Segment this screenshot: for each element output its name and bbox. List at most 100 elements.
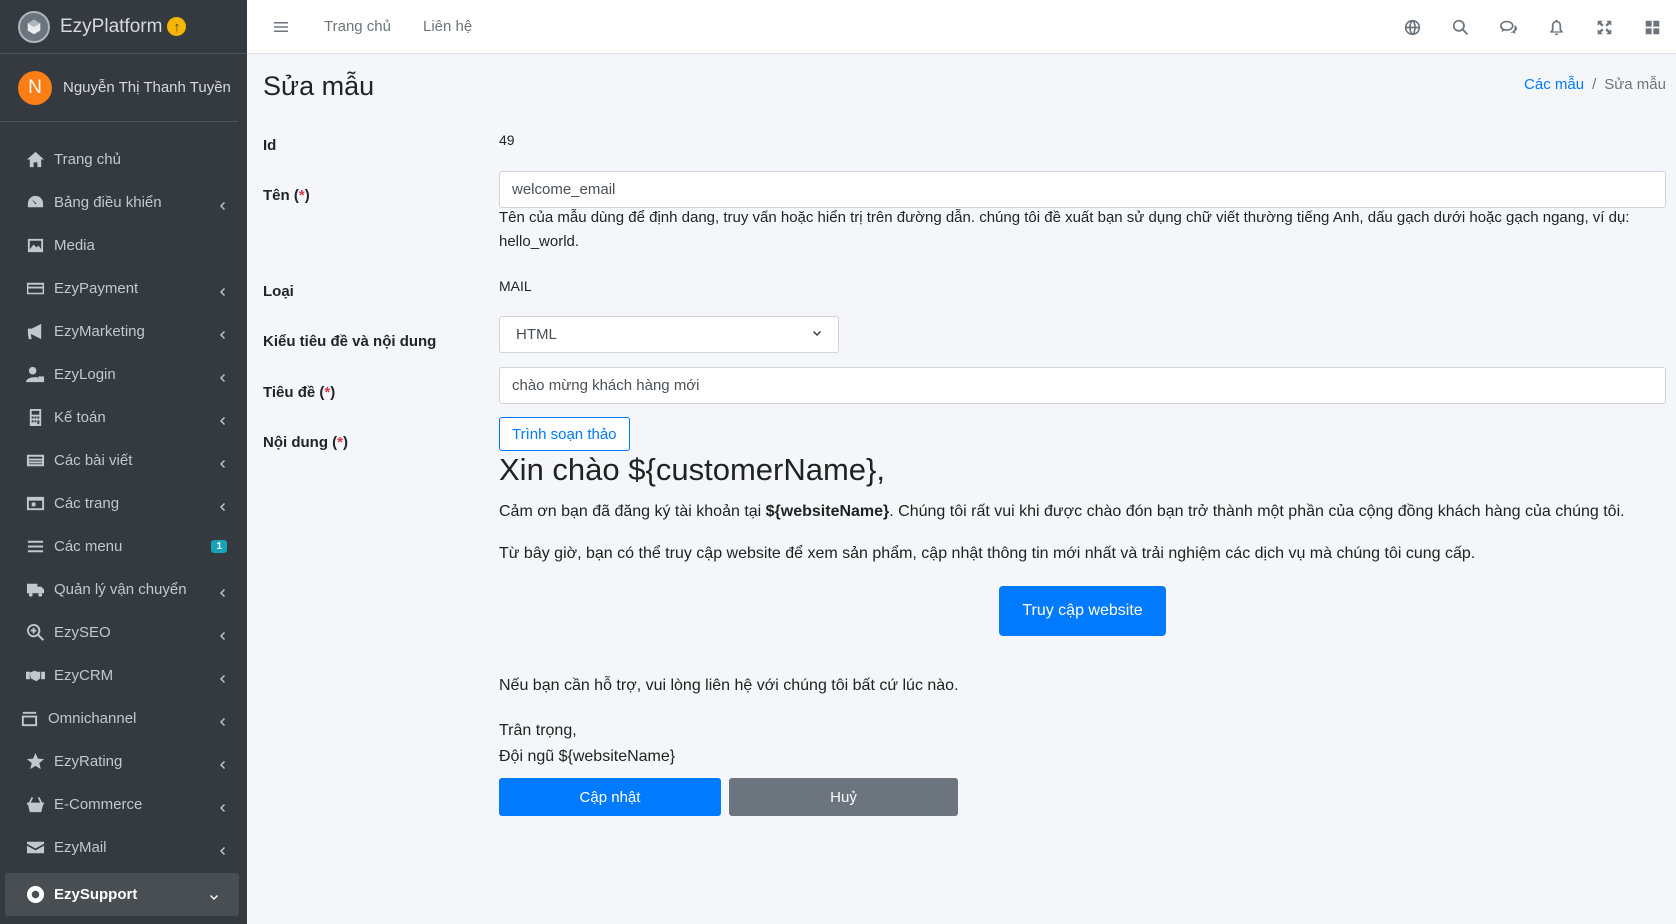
breadcrumb-current: Sửa mẫu	[1604, 76, 1666, 93]
envelope-icon	[24, 838, 46, 858]
chevron-left-icon	[217, 800, 227, 812]
sidebar-item-label: EzyLogin	[54, 366, 116, 383]
content-type-selected: HTML	[516, 326, 557, 343]
sidebar-item-e-commerce[interactable]: E-Commerce	[0, 783, 247, 826]
email-sign-line-2: Đội ngũ ${websiteName}	[499, 748, 676, 765]
sidebar-item-ezycrm[interactable]: EzyCRM	[0, 654, 247, 697]
image-icon	[24, 236, 46, 256]
megaphone-icon	[24, 322, 46, 342]
sidebar-item-media[interactable]: Media	[0, 224, 247, 267]
sidebar-item-label: EzySupport	[54, 886, 138, 903]
sidebar-item-trang-chu[interactable]: Trang chủ	[0, 138, 247, 181]
breadcrumb-separator: /	[1592, 76, 1597, 93]
id-value: 49	[499, 132, 515, 148]
sidebar: EzyPlatform ↑ N Nguyễn Thị Thanh Tuyền T…	[0, 0, 247, 924]
name-help-text: Tên của mẫu dùng để định dang, truy vấn …	[499, 209, 1630, 250]
sidebar-item-label: EzyRating	[54, 753, 123, 770]
sidebar-item-label: Quản lý vận chuyển	[54, 581, 187, 598]
menu-toggle-icon[interactable]	[270, 17, 292, 37]
chevron-left-icon	[217, 843, 227, 855]
sidebar-item-cac-trang[interactable]: Các trang	[0, 482, 247, 525]
search-icon[interactable]	[1436, 0, 1484, 54]
email-cta-wrap: Truy cập website	[499, 586, 1666, 636]
expand-icon[interactable]	[1580, 0, 1628, 54]
brand[interactable]: EzyPlatform ↑	[0, 0, 247, 54]
email-preview[interactable]: Xin chào ${customerName}, Cảm ơn bạn đã …	[499, 442, 1666, 770]
email-p1-after: . Chúng tôi rất vui khi được chào đón bạ…	[889, 503, 1625, 520]
inbox-icon	[18, 709, 40, 729]
navbar-right	[1388, 0, 1676, 54]
sidebar-item-ezymail[interactable]: EzyMail	[0, 826, 247, 869]
breadcrumb: Các mẫu / Sửa mẫu	[1524, 76, 1666, 93]
visit-website-button[interactable]: Truy cập website	[999, 586, 1166, 636]
email-heading: Xin chào ${customerName},	[499, 452, 885, 487]
sidebar-item-bang-dieu-khien[interactable]: Bảng điều khiển	[0, 181, 247, 224]
chevron-down-icon	[812, 326, 822, 343]
chevron-left-icon	[217, 714, 227, 726]
chevron-left-icon	[217, 327, 227, 339]
search-plus-icon	[24, 623, 46, 643]
sidebar-item-ezylogin[interactable]: EzyLogin	[0, 353, 247, 396]
sidebar-item-ezypayment[interactable]: EzyPayment	[0, 267, 247, 310]
bell-icon[interactable]	[1532, 0, 1580, 54]
sidebar-nav: Trang chủ Bảng điều khiển Media EzyPayme…	[0, 122, 247, 916]
user-name[interactable]: Nguyễn Thị Thanh Tuyền	[63, 79, 231, 96]
grid-icon[interactable]	[1628, 0, 1676, 54]
chevron-down-icon	[209, 890, 219, 900]
subject-label-text: Tiêu đề (	[263, 384, 325, 401]
chevron-left-icon	[217, 198, 227, 210]
sidebar-item-ezysupport[interactable]: EzySupport	[5, 873, 239, 916]
user-panel[interactable]: N Nguyễn Thị Thanh Tuyền	[0, 54, 238, 122]
chevron-left-icon	[217, 370, 227, 382]
sidebar-item-cac-bai-viet[interactable]: Các bài viết	[0, 439, 247, 482]
subject-input[interactable]: chào mừng khách hàng mới	[499, 367, 1666, 404]
menu-count-badge: 1	[211, 540, 227, 553]
type-value: MAIL	[499, 278, 532, 294]
sidebar-item-label: EzySEO	[54, 624, 111, 641]
sidebar-item-label: Các bài viết	[54, 452, 133, 469]
life-ring-icon	[24, 885, 46, 905]
name-input[interactable]: welcome_email	[499, 171, 1666, 208]
sidebar-item-label: Omnichannel	[48, 710, 137, 727]
sidebar-item-omnichannel[interactable]: Omnichannel	[0, 697, 247, 740]
content-label-close: )	[343, 434, 348, 451]
email-p1-bold: ${websiteName}	[765, 503, 890, 520]
brand-logo-icon	[18, 10, 50, 43]
window-icon	[24, 494, 46, 514]
email-paragraph-3: Nếu bạn cần hỗ trợ, vui lòng liên hệ với…	[499, 677, 959, 694]
comments-icon[interactable]	[1484, 0, 1532, 54]
bars-icon	[24, 537, 46, 557]
sidebar-item-ezyrating[interactable]: EzyRating	[0, 740, 247, 783]
sidebar-item-quan-ly-van-chuyen[interactable]: Quản lý vận chuyển	[0, 568, 247, 611]
breadcrumb-parent-link[interactable]: Các mẫu	[1524, 76, 1584, 93]
globe-icon[interactable]	[1388, 0, 1436, 54]
sidebar-item-label: EzyPayment	[54, 280, 139, 297]
sidebar-item-label: EzyMarketing	[54, 323, 145, 340]
sidebar-item-label: EzyMail	[54, 839, 107, 856]
email-paragraph-1: Cảm ơn bạn đã đăng ký tài khoản tại ${we…	[499, 502, 1666, 522]
sidebar-item-ezyseo[interactable]: EzySEO	[0, 611, 247, 654]
chevron-left-icon	[217, 628, 227, 640]
sidebar-item-ke-toan[interactable]: Kế toán	[0, 396, 247, 439]
sidebar-item-label: E-Commerce	[54, 796, 143, 813]
email-sign-line-1: Trân trọng,	[499, 722, 577, 739]
user-lock-icon	[24, 365, 46, 385]
newspaper-icon	[24, 451, 46, 471]
cancel-button[interactable]: Huỷ	[729, 778, 958, 816]
arrow-up-circle-icon: ↑	[167, 17, 187, 36]
email-paragraph-2: Từ bây giờ, bạn có thể truy cập website …	[499, 545, 1476, 562]
sidebar-item-ezymarketing[interactable]: EzyMarketing	[0, 310, 247, 353]
chevron-left-icon	[217, 757, 227, 769]
content-type-select[interactable]: HTML	[499, 316, 839, 353]
nav-link-contact[interactable]: Liên hệ	[423, 18, 472, 35]
content-label: Nội dung (*)	[263, 434, 348, 451]
truck-icon	[24, 580, 46, 600]
basket-icon	[24, 795, 46, 815]
dashboard-icon	[24, 193, 46, 213]
content-label-text: Nội dung (	[263, 434, 338, 451]
update-button[interactable]: Cập nhật	[499, 778, 721, 816]
brand-name: EzyPlatform	[60, 15, 163, 37]
sidebar-item-label: Các menu	[54, 538, 123, 555]
sidebar-item-cac-menu[interactable]: Các menu 1	[0, 525, 247, 568]
nav-link-home[interactable]: Trang chủ	[324, 18, 391, 35]
